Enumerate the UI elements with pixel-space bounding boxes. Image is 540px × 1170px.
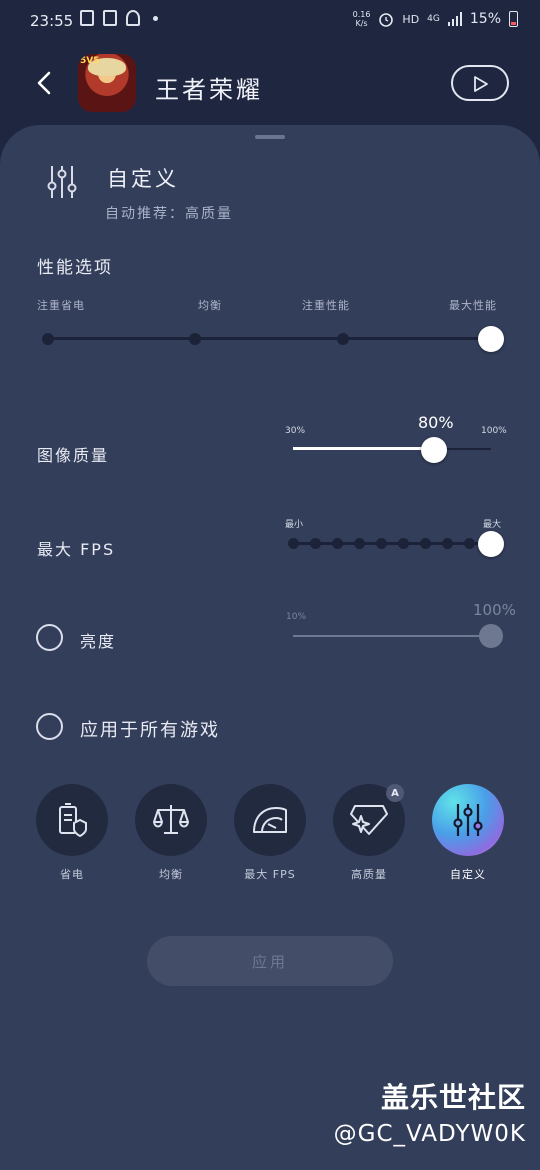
play-icon (474, 76, 488, 92)
mode-power-saving-button[interactable] (36, 784, 108, 856)
perf-option-label[interactable]: 最大性能 (449, 297, 497, 313)
brightness-min-label: 10% (286, 612, 307, 622)
sliders-icon (453, 804, 483, 836)
scale-icon (153, 805, 189, 834)
sliders-icon (47, 166, 77, 198)
fps-step-dot[interactable] (287, 538, 299, 549)
alarm-icon (379, 13, 394, 27)
notification-alert-icon (80, 10, 94, 26)
perf-option-label[interactable]: 注重性能 (302, 297, 350, 313)
fps-slider-track[interactable] (293, 542, 489, 545)
fps-step-dot[interactable] (463, 538, 475, 549)
fps-step-dot[interactable] (353, 538, 365, 549)
mode-max-fps-button[interactable] (234, 784, 306, 856)
fps-max-label: 最大 (483, 520, 502, 530)
perf-step-dot[interactable] (42, 333, 54, 345)
perf-option-label[interactable]: 注重省电 (37, 297, 85, 313)
quality-max-label: 100% (481, 426, 507, 436)
battery-shield-icon (59, 803, 87, 838)
brightness-value: 100% (473, 601, 516, 619)
preset-title: 自定义 (107, 167, 179, 191)
quality-value: 80% (418, 413, 454, 432)
max-fps-label: 最大 FPS (37, 540, 116, 559)
play-button[interactable] (451, 65, 509, 101)
fps-step-dot[interactable] (397, 538, 409, 549)
mode-label: 高质量 (351, 868, 387, 881)
hd-indicator: HD (402, 12, 420, 26)
game-title: 王者荣耀 (155, 76, 263, 104)
performance-slider-track[interactable] (47, 337, 491, 340)
fps-step-dot[interactable] (419, 538, 431, 549)
perf-step-dot[interactable] (337, 333, 349, 345)
net-speed: 0.16 K/s (352, 10, 371, 28)
mode-label: 均衡 (159, 868, 183, 881)
watermark-handle: @GC_VADYW0K (333, 1121, 526, 1147)
performance-slider-knob[interactable] (478, 326, 504, 352)
brightness-slider-track (293, 635, 489, 637)
network-type: 4G (427, 14, 440, 24)
mode-label: 省电 (60, 868, 84, 881)
fps-slider-knob[interactable] (478, 531, 504, 557)
perf-option-label[interactable]: 均衡 (198, 297, 222, 313)
fps-step-dot[interactable] (441, 538, 453, 549)
game-app-icon: 5V5 (78, 54, 136, 112)
apply-all-checkbox[interactable] (36, 713, 63, 740)
performance-title: 性能选项 (37, 258, 113, 278)
fps-min-label: 最小 (285, 520, 304, 530)
image-quality-label: 图像质量 (37, 446, 110, 465)
diamond-sparkle-icon (350, 805, 388, 835)
drag-handle[interactable] (255, 135, 285, 139)
back-arrow-icon[interactable] (32, 68, 56, 98)
notification-more-icon (153, 15, 158, 21)
brightness-checkbox[interactable] (36, 624, 63, 651)
fps-step-dot[interactable] (331, 538, 343, 549)
brightness-label: 亮度 (80, 632, 117, 651)
fps-step-dot[interactable] (375, 538, 387, 549)
battery-icon (509, 11, 518, 27)
brightness-slider-knob (479, 624, 503, 648)
watermark-title: 盖乐世社区 (380, 1081, 526, 1114)
speedometer-icon (253, 807, 287, 833)
battery-percent: 15% (469, 11, 501, 27)
preset-subtitle: 自动推荐：高质量 (105, 206, 233, 222)
quality-slider-fill (293, 447, 434, 450)
signal-icon (447, 12, 462, 26)
auto-recommended-badge: A (386, 784, 404, 802)
status-time: 23:55 (30, 12, 74, 30)
quality-min-label: 30% (285, 426, 306, 436)
perf-step-dot[interactable] (189, 333, 201, 345)
status-right: 0.16 K/s HD 4G 15% (353, 10, 518, 28)
apply-all-label: 应用于所有游戏 (80, 720, 220, 741)
notification-app-icon (126, 10, 140, 26)
mode-label: 自定义 (450, 868, 486, 881)
mode-balanced-button[interactable] (135, 784, 207, 856)
notification-icons (80, 10, 158, 26)
quality-slider-knob[interactable] (420, 437, 447, 463)
mode-label: 最大 FPS (244, 868, 296, 881)
fps-step-dot[interactable] (309, 538, 321, 549)
notification-image-icon (103, 10, 117, 26)
apply-button[interactable]: 应用 (147, 936, 393, 986)
mode-custom-button[interactable] (432, 784, 504, 856)
